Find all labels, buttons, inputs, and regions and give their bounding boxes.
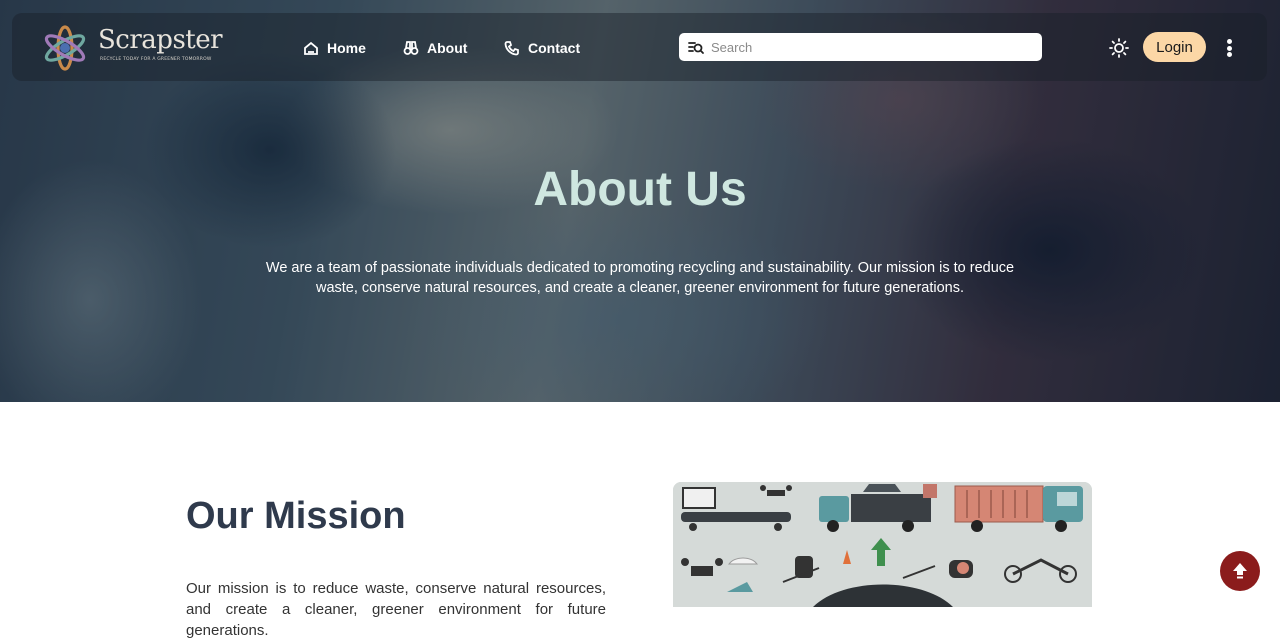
search-bar[interactable] [679,33,1042,61]
search-input[interactable] [711,39,1031,55]
binoculars-icon [403,41,419,55]
nav-contact-label: Contact [528,40,581,56]
scroll-to-top-button[interactable] [1220,551,1260,591]
more-menu-button[interactable] [1220,37,1238,59]
page-title: About Us [533,163,747,216]
kebab-dot [1226,45,1232,51]
nav-home-label: Home [327,40,366,56]
nav-contact-link[interactable]: Contact [504,37,580,59]
login-button[interactable]: Login [1143,32,1206,62]
brand-name: Scrapster [98,25,223,55]
arrow-up-icon [1233,563,1247,579]
hero-description: We are a team of passionate individuals … [265,260,1015,296]
mission-illustration [673,482,1092,607]
home-icon [304,41,318,55]
navbar: Scrapster RECYCLE TODAY FOR A GREENER TO… [12,13,1267,81]
nav-about-label: About [427,40,468,56]
recycling-logistics-illustration [673,482,1092,607]
mission-text: Our mission is to reduce waste, conserve… [186,580,606,639]
mission-heading: Our Mission [186,495,406,537]
nav-about-link[interactable]: About [403,37,467,59]
kebab-dot [1226,39,1232,44]
search-icon [688,42,704,54]
nav-home-link[interactable]: Home [303,37,366,59]
hero-banner: Scrapster RECYCLE TODAY FOR A GREENER TO… [0,0,1280,402]
kebab-dot [1226,52,1232,57]
brand-tagline: RECYCLE TODAY FOR A GREENER TOMORROW [100,57,212,62]
theme-toggle-button[interactable] [1108,37,1130,59]
brand-logo[interactable]: Scrapster RECYCLE TODAY FOR A GREENER TO… [40,23,223,73]
phone-icon [504,41,519,56]
sun-icon [1109,38,1129,58]
logo-mark-icon [44,25,86,71]
